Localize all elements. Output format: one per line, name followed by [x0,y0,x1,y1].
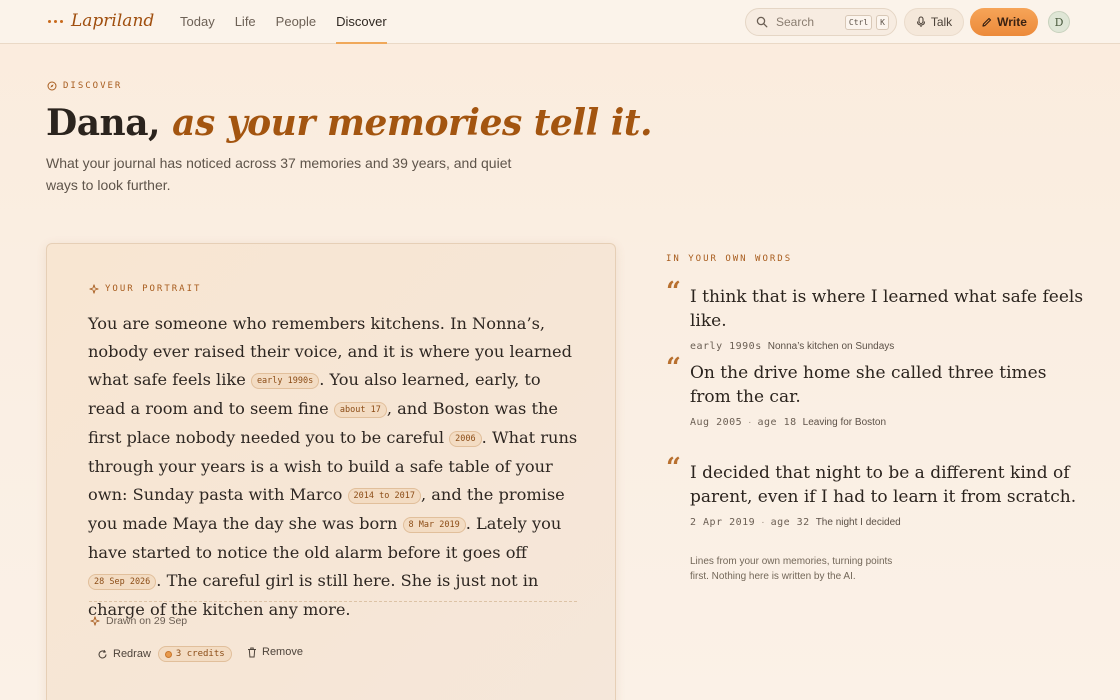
portrait-eyebrow-label: YOUR PORTRAIT [105,284,202,294]
talk-button[interactable]: Talk [904,8,964,36]
trash-icon [248,647,256,657]
date-chip[interactable]: about 17 [333,402,387,418]
search-icon [756,16,768,28]
discover-eyebrow: DISCOVER [47,81,122,91]
portrait-card: YOUR PORTRAIT You are someone who rememb… [46,243,616,700]
credits-label: 3 credits [175,649,225,659]
sparkle-icon [89,284,99,294]
shortcut-ctrl: Ctrl [844,14,873,30]
quote-text: On the drive home she called three times… [690,363,1047,407]
quote-meta: early 1990s Nonna’s kitchen on Sundays [690,341,1086,352]
quote-item: “ I decided that night to be a different… [666,453,1086,528]
words-note: Lines from your own memories, turning po… [690,556,893,582]
words-eyebrow: IN YOUR OWN WORDS [666,254,793,264]
nav-today[interactable]: Today [180,0,215,44]
redraw-label: Redraw [113,648,151,660]
quote-source[interactable]: The night I decided [816,517,901,528]
talk-label: Talk [930,15,953,29]
portrait-eyebrow: YOUR PORTRAIT [89,284,201,294]
search-placeholder: Search [776,15,815,29]
date-chip[interactable]: 2006 [449,431,482,447]
date-chip[interactable]: 2014 to 2017 [347,488,421,504]
quote-date: early 1990s [690,341,762,352]
shortcut-k: K [876,14,889,30]
card-divider [89,601,577,602]
microphone-icon [916,16,925,27]
title-name: Dana, [46,102,161,144]
refresh-icon [98,649,107,659]
quote-mark-icon: “ [666,277,681,307]
quote-age: age 18 [757,417,797,428]
portrait-segment: . The careful girl is still here. She is… [88,571,539,619]
write-label: Write [997,15,1027,29]
nav-life[interactable]: Life [235,0,256,44]
quote-meta: 2 Apr 2019 · age 32 The night I decided [690,517,1086,528]
quote-date: Aug 2005 [690,417,743,428]
quote-age: age 32 [770,517,810,528]
top-bar: Lapriland Today Life People Discover Sea… [0,0,1120,44]
quote-item: “ I think that is where I learned what s… [666,277,1086,352]
coin-icon [164,650,172,658]
quote-text: I think that is where I learned what saf… [690,287,1084,331]
quote-item: “ On the drive home she called three tim… [666,353,1086,428]
date-chip[interactable]: 8 Mar 2019 [402,517,466,533]
quote-date: 2 Apr 2019 [690,517,756,528]
quote-meta: Aug 2005 · age 18 Leaving for Boston [690,417,1086,428]
meta-separator: · [761,517,765,528]
search-input[interactable]: Search Ctrl K [745,8,897,36]
portrait-text: You are someone who remembers kitchens. … [88,310,583,624]
remove-button[interactable]: Remove [247,646,303,658]
avatar[interactable]: D [1048,11,1070,33]
nav-discover[interactable]: Discover [336,0,387,44]
drawn-on-label: Drawn on 29 Sep [106,615,188,627]
credits-badge: 3 credits [157,646,232,662]
page-title: Dana, as your memories tell it. [46,102,653,144]
discover-eyebrow-label: DISCOVER [63,81,123,91]
pencil-icon [982,17,992,27]
date-chip[interactable]: 28 Sep 2026 [88,574,157,590]
drawn-on: Drawn on 29 Sep [90,615,187,627]
quote-mark-icon: “ [666,353,681,383]
quote-mark-icon: “ [666,453,681,483]
date-chip[interactable]: early 1990s [250,373,320,389]
quote-text: I decided that night to be a different k… [690,463,1077,507]
meta-separator: · [748,417,752,428]
page-subtitle: What your journal has noticed across 37 … [46,155,512,193]
sparkle-icon [90,616,100,626]
remove-label: Remove [262,646,303,658]
brand-dots-icon [48,19,63,23]
redraw-button[interactable]: Redraw 3 credits [97,646,232,662]
brand-name: Lapriland [71,11,155,31]
write-button[interactable]: Write [970,8,1038,36]
search-shortcut: Ctrl K [844,14,889,30]
title-emphasis: as your memories tell it. [172,102,653,144]
brand[interactable]: Lapriland [48,11,154,31]
quote-source[interactable]: Nonna’s kitchen on Sundays [768,341,895,352]
compass-icon [47,81,57,91]
main-nav: Today Life People Discover [180,0,387,44]
nav-people[interactable]: People [276,0,316,44]
quote-source[interactable]: Leaving for Boston [803,417,886,428]
